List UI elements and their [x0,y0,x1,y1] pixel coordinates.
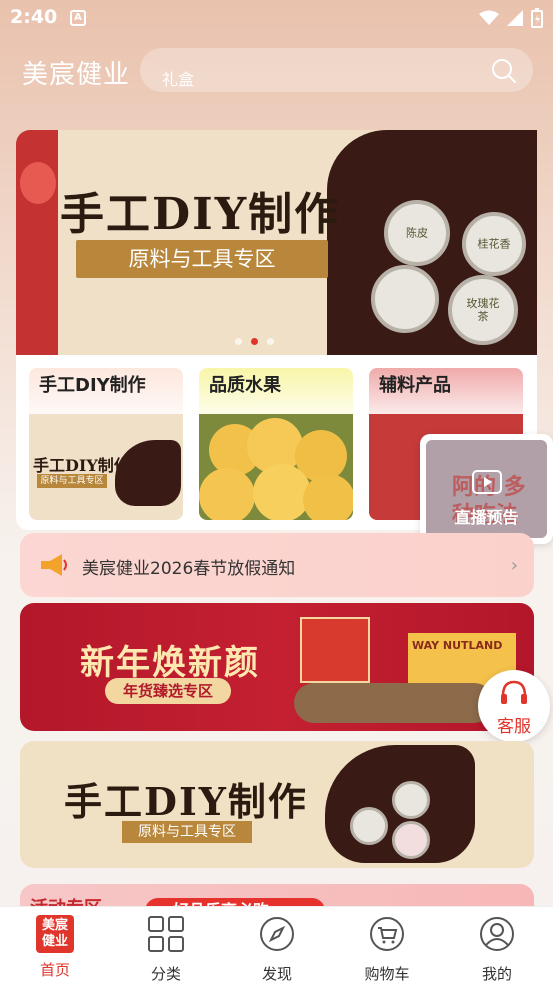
category-card-diy[interactable]: 手工DIY制作 手工DIY制作 原料与工具专区 [29,368,183,520]
product-tin [392,821,430,859]
promo-banner-newyear[interactable]: 新年焕新颜 年货臻选专区 WAY NUTLAND [20,603,534,731]
nav-home[interactable]: 美宸健业 首页 [10,915,100,980]
nav-label: 发现 [261,965,292,983]
compass-icon [260,917,294,951]
home-logo-icon: 美宸健业 [36,915,74,953]
category-card-fruit[interactable]: 品质水果 [199,368,353,520]
banner-subtitle-box: 原料与工具专区 [76,240,328,278]
search-bar[interactable]: 礼盒 [140,48,533,92]
chevron-right-icon: › [510,555,518,576]
user-icon [480,917,514,951]
megaphone-icon [41,554,67,576]
nav-profile[interactable]: 我的 [452,915,542,984]
tin-label: 陈皮 [406,226,428,240]
category-title: 手工DIY制作 [39,375,146,396]
tin-label: 桂花香 [477,237,511,251]
hero-banner[interactable]: 手工DIY制作 原料与工具专区 陈皮 桂花香 玫瑰花茶 [16,130,537,355]
battery-icon [531,8,543,28]
banner-subtitle: 原料与工具专区 [128,247,276,271]
promo-title: 手工DIY制作 [64,779,308,824]
product-tin [371,265,439,333]
live-preview-label: 直播预告 [454,508,519,527]
promo-tag: 原料与工具专区 [122,821,252,843]
tin-label: 玫瑰花茶 [466,297,500,323]
carousel-dot[interactable] [235,338,242,345]
signal-icon [507,10,523,26]
nav-label: 购物车 [364,965,410,983]
bottom-nav: 美宸健业 首页 分类 发现 购物车 我的 [0,906,553,984]
notification-a-icon: A [70,10,86,26]
carousel-dot-active[interactable] [251,338,258,345]
nuts-display [294,683,494,723]
product-tin: 陈皮 [384,200,450,266]
status-time: 2:40 [10,6,58,28]
nav-cart[interactable]: 购物车 [342,915,432,984]
status-icons [479,8,543,28]
promo-tag: 年货臻选专区 [105,678,231,704]
category-title: 品质水果 [209,375,281,396]
banner-title: 手工DIY制作 [60,189,341,240]
status-bar: 2:40 A [0,0,553,36]
live-preview-float[interactable]: 阿的 多种吃法 直播预告 [420,434,553,544]
customer-service-label: 客服 [497,717,531,737]
category-image: 手工DIY制作 原料与工具专区 [29,414,183,520]
live-preview-thumb: 阿的 多种吃法 直播预告 [426,440,547,538]
carousel-dots [235,338,274,345]
search-icon[interactable] [491,58,517,84]
grid-icon [148,916,184,952]
nav-category[interactable]: 分类 [121,915,211,984]
thumb-subtitle: 原料与工具专区 [37,474,107,488]
nav-label: 我的 [481,965,512,983]
cart-icon [370,917,404,951]
promo-title: 新年焕新颜 [80,643,260,683]
balloon-icon [20,162,56,204]
product-tin: 玫瑰花茶 [448,275,518,345]
app-logo: 美宸健业 [22,60,131,90]
search-input[interactable]: 礼盒 [162,66,194,90]
headset-icon [501,680,527,704]
thumb-product [115,440,181,506]
gift-box [300,617,370,683]
carousel-dot[interactable] [267,338,274,345]
nav-label: 首页 [39,961,70,979]
product-tin [350,807,388,845]
promo-banner-diy[interactable]: 手工DIY制作 原料与工具专区 [20,741,534,868]
category-image [199,414,353,520]
customer-service-float[interactable]: 客服 [478,670,550,742]
wifi-icon [479,10,499,25]
nav-discover[interactable]: 发现 [232,915,322,984]
gift-box-text: WAY NUTLAND [412,639,503,652]
category-title: 辅料产品 [379,375,451,396]
nav-label: 分类 [150,965,181,983]
play-icon [472,470,502,494]
notice-text: 美宸健业2026春节放假通知 [82,559,296,579]
product-tin: 桂花香 [462,212,526,276]
notice-bar[interactable]: 美宸健业2026春节放假通知 › [20,533,534,597]
product-tin [392,781,430,819]
